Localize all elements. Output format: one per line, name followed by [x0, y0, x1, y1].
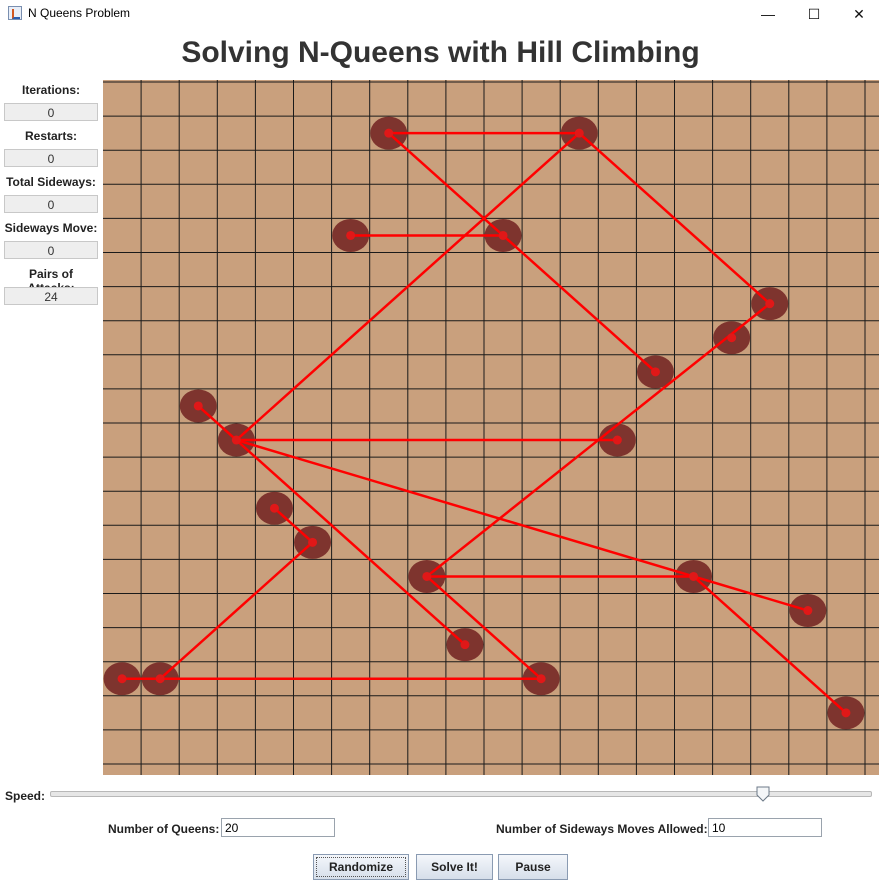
speed-slider-track[interactable] — [50, 791, 872, 797]
window-titlebar: N Queens Problem — ☐ ✕ — [0, 0, 881, 28]
attack-endpoint-dot — [346, 230, 356, 240]
page-title: Solving N-Queens with Hill Climbing — [181, 36, 700, 69]
attack-endpoint-dot — [727, 333, 737, 343]
solve-button[interactable]: Solve It! — [416, 854, 493, 880]
total-sideways-label: Total Sideways: — [6, 175, 96, 189]
minimize-icon: — — [761, 6, 775, 22]
close-icon: ✕ — [853, 6, 865, 22]
restarts-value: 0 — [4, 149, 98, 167]
sideways-move-label: Sideways Move: — [4, 221, 98, 235]
speed-slider-thumb[interactable] — [756, 786, 770, 802]
attack-endpoint-dot — [650, 367, 660, 377]
attack-endpoint-dot — [155, 674, 165, 684]
randomize-button[interactable]: Randomize — [313, 854, 409, 880]
attack-line — [692, 575, 847, 714]
sideways-move-value: 0 — [4, 241, 98, 259]
number-of-queens-input[interactable] — [221, 818, 335, 837]
number-of-queens-label: Number of Queens: — [108, 822, 220, 836]
pairs-of-attacks-value: 24 — [4, 287, 98, 305]
java-icon — [8, 6, 22, 20]
attack-endpoint-dot — [269, 503, 279, 513]
attack-endpoint-dot — [841, 708, 851, 718]
attack-endpoint-dot — [308, 537, 318, 547]
restarts-label: Restarts: — [24, 129, 78, 143]
attack-endpoint-dot — [193, 401, 203, 411]
maximize-button[interactable]: ☐ — [791, 0, 837, 28]
attack-endpoint-dot — [384, 128, 394, 138]
pause-button[interactable]: Pause — [498, 854, 568, 880]
minimize-button[interactable]: — — [745, 0, 791, 28]
attack-endpoint-dot — [231, 435, 241, 445]
attack-endpoint-dot — [460, 640, 470, 650]
close-button[interactable]: ✕ — [836, 0, 881, 28]
attack-line — [159, 541, 314, 680]
attack-endpoint-dot — [612, 435, 622, 445]
sideways-moves-allowed-label: Number of Sideways Moves Allowed: — [496, 822, 708, 836]
total-sideways-value: 0 — [4, 195, 98, 213]
iterations-value: 0 — [4, 103, 98, 121]
attack-endpoint-dot — [689, 571, 699, 581]
attack-endpoint-dot — [765, 299, 775, 309]
speed-label: Speed: — [5, 789, 46, 803]
iterations-label: Iterations: — [21, 83, 80, 97]
maximize-icon: ☐ — [807, 6, 821, 22]
attack-endpoint-dot — [536, 674, 546, 684]
attack-endpoint-dot — [574, 128, 584, 138]
attack-endpoint-dot — [422, 571, 432, 581]
window-title: N Queens Problem — [28, 6, 131, 20]
attack-endpoint-dot — [498, 230, 508, 240]
attack-endpoint-dot — [117, 674, 127, 684]
attack-endpoint-dot — [803, 606, 813, 616]
chess-board — [103, 80, 879, 775]
sideways-moves-allowed-input[interactable] — [708, 818, 822, 837]
